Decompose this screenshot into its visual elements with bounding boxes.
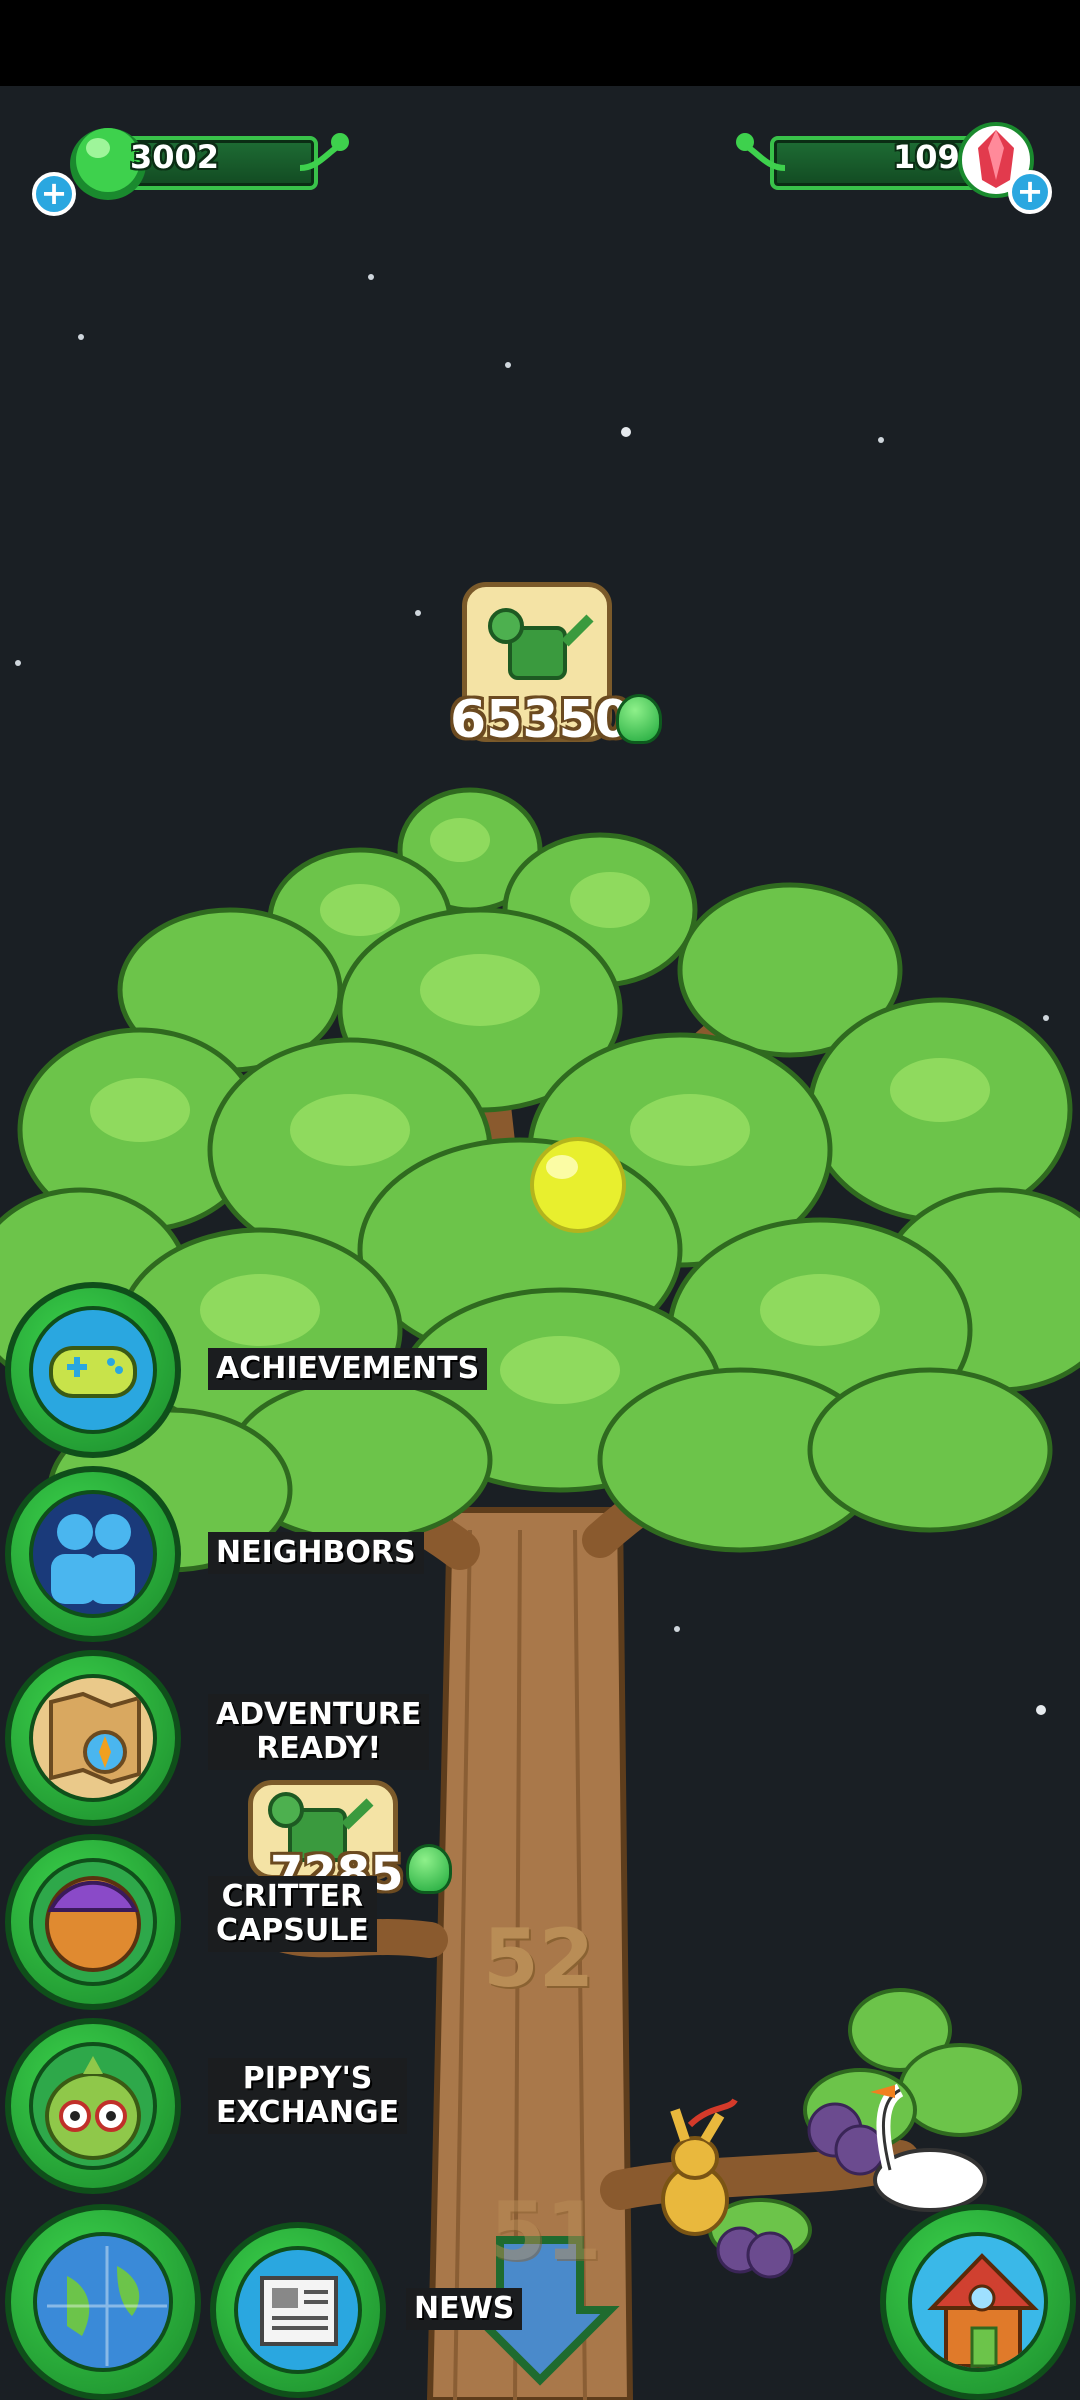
add-gems-icon[interactable]: + [32, 172, 76, 216]
home-button[interactable] [880, 2204, 1076, 2400]
neighbors-button[interactable] [5, 1466, 181, 1642]
star [505, 362, 511, 368]
star [878, 437, 884, 443]
star [621, 427, 631, 437]
neighbors-label: NEIGHBORS [208, 1532, 424, 1574]
pippy-icon-bg [29, 2042, 157, 2170]
watering-can-icon [488, 608, 594, 680]
achievements-label: ACHIEVEMENTS [208, 1348, 488, 1390]
vine-icon [736, 133, 786, 171]
achievements-button[interactable] [5, 1282, 181, 1458]
critter-capsule-button[interactable] [5, 1834, 181, 2010]
pippy-label-line1: PIPPY'S [242, 2061, 373, 2096]
adventure-button[interactable] [5, 1650, 181, 1826]
globe-icon [47, 2246, 167, 2366]
globe-icon-bg [33, 2232, 173, 2372]
status-bar [0, 0, 1080, 86]
add-crystals-icon[interactable]: + [1008, 170, 1052, 214]
adventure-label-line1: ADVENTURE [216, 1697, 422, 1732]
star [78, 334, 84, 340]
neighbors-icon [51, 1514, 135, 1604]
tree-level-number: 52 [483, 1912, 595, 2005]
world-map-button[interactable] [5, 2204, 201, 2400]
star [415, 610, 421, 616]
critter-capsule-label: CRITTER CAPSULE [208, 1876, 377, 1952]
news-icon-bg [234, 2246, 362, 2374]
gem-count: 3002 [130, 138, 220, 176]
critter-label-line2: CAPSULE [216, 1913, 369, 1948]
gamepad-icon [49, 1346, 137, 1398]
newspaper-icon [260, 2276, 338, 2346]
pippys-exchange-label: PIPPY'S EXCHANGE [208, 2058, 408, 2134]
achievements-icon-bg [29, 1306, 157, 1434]
pippys-exchange-button[interactable] [5, 2018, 181, 2194]
gem-counter[interactable]: 3002 + [30, 120, 350, 216]
pippy-icon [45, 2056, 141, 2160]
adventure-label-line2: READY! [256, 1731, 382, 1766]
adventure-icon-bg [29, 1674, 157, 1802]
capsule-icon [45, 1876, 141, 1972]
vine-icon [299, 133, 349, 171]
green-gem-icon [406, 1844, 452, 1894]
crystal-count: 109 [893, 138, 960, 176]
news-label: NEWS [406, 2288, 523, 2330]
news-button[interactable] [210, 2222, 386, 2398]
home-icon-bg [908, 2232, 1048, 2372]
neighbors-icon-bg [29, 1490, 157, 1618]
adventure-label: ADVENTURE READY! [208, 1694, 430, 1770]
pippy-label-line2: EXCHANGE [216, 2095, 400, 2130]
star [15, 660, 21, 666]
critter-capsule-icon-bg [29, 1858, 157, 1986]
crystal-counter[interactable]: 109 + [730, 120, 1060, 214]
star [368, 274, 374, 280]
map-icon [49, 1691, 141, 1785]
tree-level-below: 51 [490, 2185, 602, 2278]
critter-label-line1: CRITTER [221, 1879, 364, 1914]
house-icon [927, 2253, 1039, 2368]
